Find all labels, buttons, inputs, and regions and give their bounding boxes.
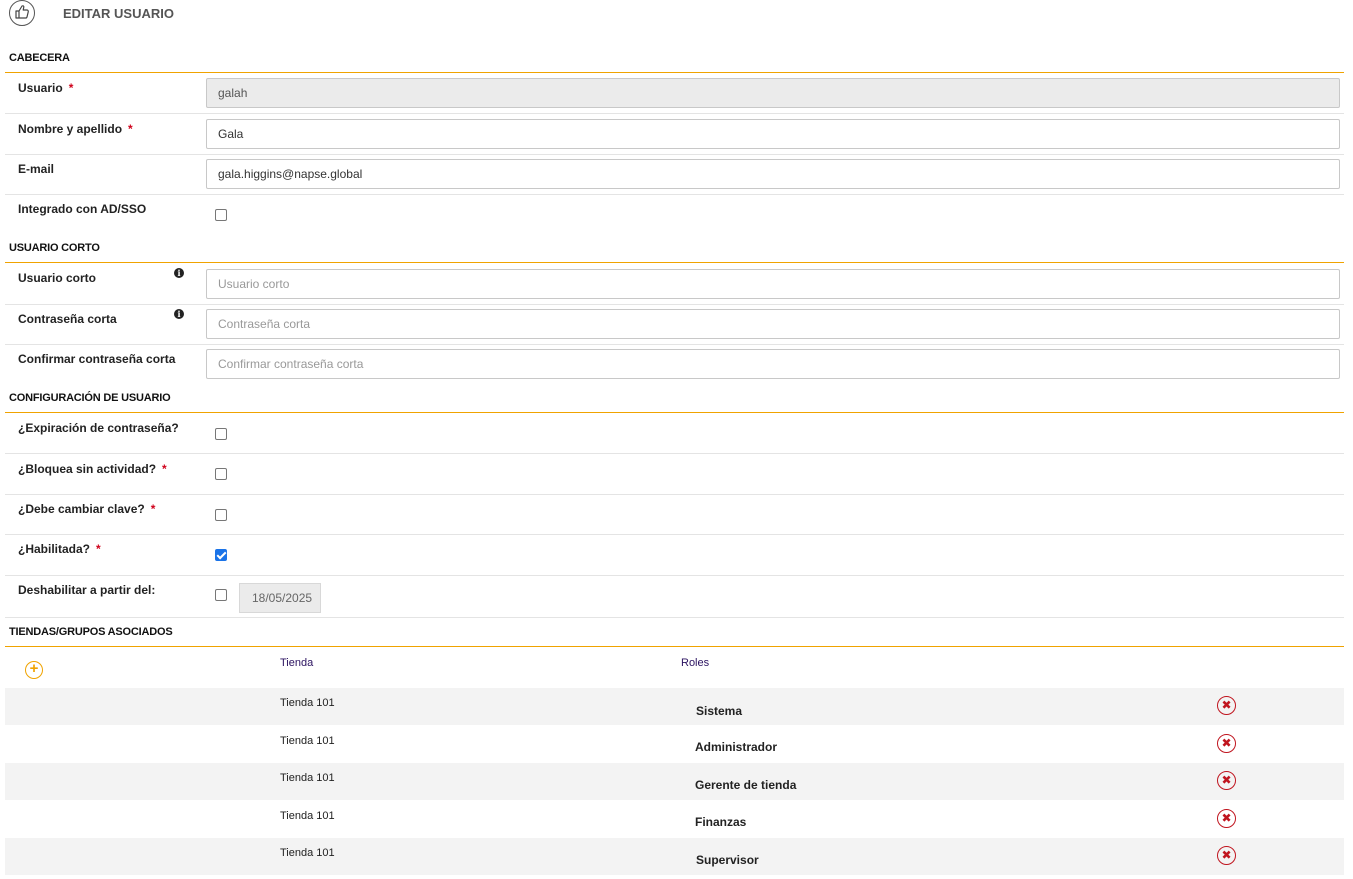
cambiar-clave-label: ¿Debe cambiar clave? * — [18, 502, 156, 516]
deshabilitar-date-input: 18/05/2025 — [239, 583, 321, 613]
delete-row-icon[interactable]: ✖ — [1217, 809, 1236, 828]
contrasena-corta-label: Contraseña corta — [18, 312, 117, 326]
section-title-tiendas: TIENDAS/GRUPOS ASOCIADOS — [9, 626, 173, 638]
rol-cell: Supervisor — [696, 853, 759, 867]
expiracion-label: ¿Expiración de contraseña? — [18, 421, 179, 435]
tienda-cell: Tienda 101 — [280, 810, 335, 822]
delete-row-icon[interactable]: ✖ — [1217, 696, 1236, 715]
bloquea-label: ¿Bloquea sin actividad? * — [18, 462, 167, 476]
contrasena-corta-input[interactable] — [206, 309, 1340, 339]
row-divider — [5, 113, 1344, 114]
confirmar-contrasena-label: Confirmar contraseña corta — [18, 352, 176, 366]
tienda-cell: Tienda 101 — [280, 697, 335, 709]
confirmar-contrasena-input[interactable] — [206, 349, 1340, 379]
tienda-cell: Tienda 101 — [280, 847, 335, 859]
info-icon[interactable]: i — [174, 268, 184, 278]
section-divider — [5, 646, 1344, 647]
cambiar-clave-checkbox[interactable] — [215, 509, 227, 521]
section-divider — [5, 412, 1344, 413]
row-divider — [5, 344, 1344, 345]
integrado-label: Integrado con AD/SSO — [18, 202, 147, 216]
expiracion-checkbox[interactable] — [215, 428, 227, 440]
delete-row-icon[interactable]: ✖ — [1217, 734, 1236, 753]
table-row: Tienda 101 Administrador ✖ — [5, 726, 1344, 763]
deshabilitar-label: Deshabilitar a partir del: — [18, 583, 156, 597]
row-divider — [5, 575, 1344, 576]
usuario-label: Usuario * — [18, 81, 74, 95]
section-title-configuracion: CONFIGURACIÓN DE USUARIO — [9, 392, 171, 404]
rol-cell: Finanzas — [695, 815, 747, 829]
bloquea-checkbox[interactable] — [215, 468, 227, 480]
habilitada-label: ¿Habilitada? * — [18, 542, 101, 556]
habilitada-checkbox[interactable] — [215, 549, 227, 561]
section-divider — [5, 72, 1344, 73]
email-label: E-mail — [18, 162, 55, 176]
table-row: Tienda 101 Supervisor ✖ — [5, 838, 1344, 875]
usuario-input — [206, 78, 1340, 108]
delete-row-icon[interactable]: ✖ — [1217, 846, 1236, 865]
integrado-checkbox[interactable] — [215, 209, 227, 221]
table-row: Tienda 101 Sistema ✖ — [5, 688, 1344, 725]
row-divider — [5, 194, 1344, 195]
thumbs-up-icon — [9, 0, 35, 26]
row-divider — [5, 304, 1344, 305]
table-row: Tienda 101 Gerente de tienda ✖ — [5, 763, 1344, 800]
add-tienda-button[interactable]: + — [25, 661, 43, 679]
table-row: Tienda 101 Finanzas ✖ — [5, 801, 1344, 838]
tienda-cell: Tienda 101 — [280, 772, 335, 784]
row-divider — [5, 453, 1344, 454]
rol-cell: Sistema — [696, 704, 743, 718]
top-bar: EDITAR USUARIO — [0, 0, 1353, 40]
usuario-corto-label: Usuario corto — [18, 271, 97, 285]
nombre-label: Nombre y apellido * — [18, 122, 133, 136]
row-divider — [5, 494, 1344, 495]
row-divider — [5, 617, 1344, 618]
row-divider — [5, 154, 1344, 155]
tienda-cell: Tienda 101 — [280, 735, 335, 747]
email-input[interactable] — [206, 159, 1340, 189]
section-divider — [5, 262, 1344, 263]
section-title-cabecera: CABECERA — [9, 52, 70, 64]
column-header-tienda: Tienda — [280, 657, 314, 669]
info-icon[interactable]: i — [174, 309, 184, 319]
rol-cell: Gerente de tienda — [695, 778, 797, 792]
page-title: EDITAR USUARIO — [63, 6, 174, 21]
section-title-usuario-corto: USUARIO CORTO — [9, 242, 100, 254]
column-header-roles: Roles — [681, 657, 710, 669]
nombre-input[interactable] — [206, 119, 1340, 149]
rol-cell: Administrador — [695, 740, 778, 754]
deshabilitar-checkbox[interactable] — [215, 589, 227, 601]
row-divider — [5, 534, 1344, 535]
usuario-corto-input[interactable] — [206, 269, 1340, 299]
delete-row-icon[interactable]: ✖ — [1217, 771, 1236, 790]
